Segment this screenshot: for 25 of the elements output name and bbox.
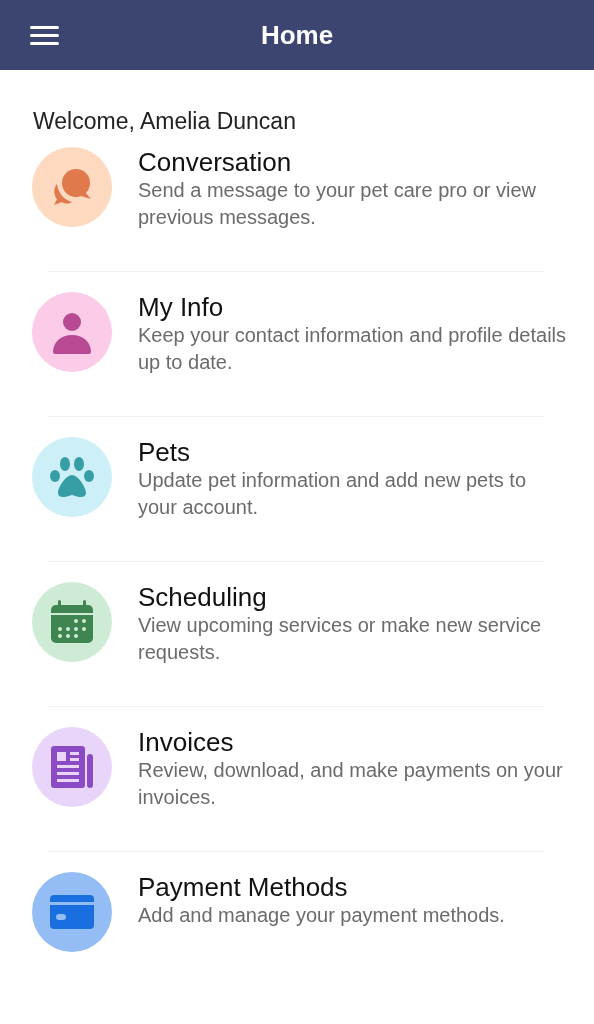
- item-title: Payment Methods: [138, 873, 348, 901]
- menu-item[interactable]: Payment Methods Add and manage your payment methods.: [0, 852, 594, 992]
- item-title: Scheduling: [138, 583, 267, 611]
- item-title: My Info: [138, 293, 224, 321]
- item-description: Review, download, and make payments on your invoices.: [138, 758, 564, 810]
- page-title: Home: [260, 18, 334, 52]
- menu-item[interactable]: Pets Update pet information and add new pets to your account.: [0, 417, 594, 561]
- calendar-icon: [49, 599, 95, 645]
- item-description: Keep your contact information and profile details up to date.: [138, 323, 568, 375]
- item-title: Pets: [138, 438, 191, 466]
- item-description: Send a message to your pet care pro or view previous messages.: [138, 178, 537, 230]
- item-title: Conversation: [138, 148, 292, 176]
- menu-item[interactable]: Invoices Review, download, and make payments on your invoices.: [0, 707, 594, 851]
- paw-icon: [50, 456, 94, 498]
- item-description: Add and manage your payment methods.: [138, 903, 506, 928]
- menu-icon[interactable]: [30, 26, 59, 45]
- item-description: Update pet information and add new pets to your account.: [138, 468, 528, 520]
- welcome-text: Welcome, Amelia Duncan: [33, 107, 296, 135]
- item-title: Invoices: [138, 728, 234, 756]
- credit-card-icon: [49, 894, 95, 930]
- item-description: View upcoming services or make new service requests.: [138, 613, 543, 665]
- newspaper-icon: [49, 744, 95, 790]
- menu-item[interactable]: Scheduling View upcoming services or make new service requests.: [0, 562, 594, 706]
- menu-item[interactable]: My Info Keep your contact information and profile details up to date.: [0, 272, 594, 416]
- menu-item[interactable]: Conversation Send a message to your pet care pro or view previous messages.: [0, 144, 594, 271]
